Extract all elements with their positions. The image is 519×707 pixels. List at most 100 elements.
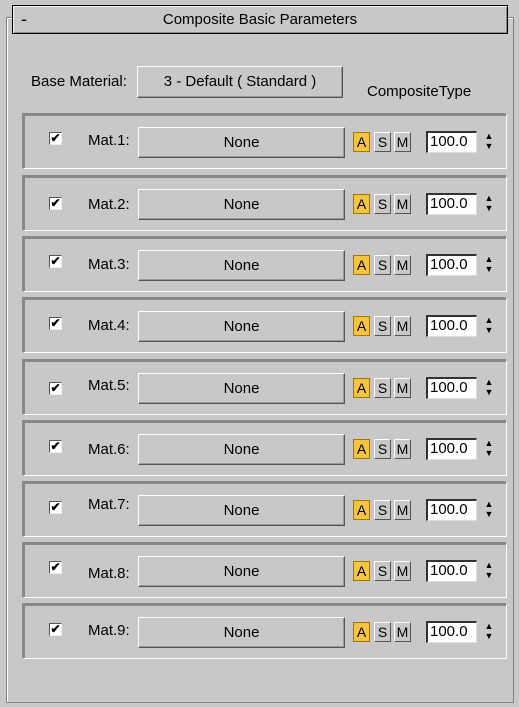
material-slot-label: Mat.5: <box>88 377 130 394</box>
material-slot-button[interactable]: None <box>138 189 345 220</box>
material-slot-button[interactable]: None <box>138 495 345 526</box>
amount-spinner[interactable]: ▲ ▼ <box>482 316 496 336</box>
enable-checkbox[interactable]: ✔ <box>49 623 62 636</box>
material-slot-label: Mat.3: <box>88 256 130 273</box>
enable-checkbox[interactable]: ✔ <box>49 132 62 145</box>
subtractive-mode-button[interactable]: S <box>374 500 391 520</box>
material-row: ✔ Mat.9: None A S M 100.0 ▲ ▼ <box>23 604 507 659</box>
enable-checkbox[interactable]: ✔ <box>49 197 62 210</box>
additive-mode-button[interactable]: A <box>353 622 370 642</box>
material-row: ✔ Mat.4: None A S M 100.0 ▲ ▼ <box>23 298 507 353</box>
amount-spinner[interactable]: ▲ ▼ <box>482 500 496 520</box>
spinner-down-icon[interactable]: ▼ <box>482 571 496 581</box>
amount-spinner[interactable]: ▲ ▼ <box>482 378 496 398</box>
spinner-down-icon[interactable]: ▼ <box>482 388 496 398</box>
additive-mode-button[interactable]: A <box>353 561 370 581</box>
spinner-down-icon[interactable]: ▼ <box>482 510 496 520</box>
enable-checkbox[interactable]: ✔ <box>49 440 62 453</box>
mix-mode-button[interactable]: M <box>394 194 411 214</box>
rollout-header[interactable]: - Composite Basic Parameters <box>12 5 508 34</box>
amount-spinner[interactable]: ▲ ▼ <box>482 439 496 459</box>
amount-input[interactable]: 100.0 <box>426 621 477 643</box>
material-slot-label: Mat.7: <box>88 496 130 513</box>
material-row: ✔ Mat.6: None A S M 100.0 ▲ ▼ <box>23 421 507 476</box>
amount-spinner[interactable]: ▲ ▼ <box>482 561 496 581</box>
checkmark-icon: ✔ <box>50 439 61 453</box>
material-slot-button[interactable]: None <box>138 311 345 342</box>
material-slot-button[interactable]: None <box>138 373 345 404</box>
amount-spinner[interactable]: ▲ ▼ <box>482 255 496 275</box>
additive-mode-button[interactable]: A <box>353 439 370 459</box>
additive-mode-button[interactable]: A <box>353 255 370 275</box>
additive-mode-button[interactable]: A <box>353 132 370 152</box>
material-slot-button[interactable]: None <box>138 556 345 587</box>
mix-mode-button[interactable]: M <box>394 316 411 336</box>
spinner-down-icon[interactable]: ▼ <box>482 326 496 336</box>
checkmark-icon: ✔ <box>50 254 61 268</box>
material-slot-label: Mat.1: <box>88 132 130 149</box>
amount-spinner[interactable]: ▲ ▼ <box>482 132 496 152</box>
material-row: ✔ Mat.7: None A S M 100.0 ▲ ▼ <box>23 482 507 537</box>
material-row: ✔ Mat.1: None A S M 100.0 ▲ ▼ <box>23 114 507 169</box>
additive-mode-button[interactable]: A <box>353 316 370 336</box>
subtractive-mode-button[interactable]: S <box>374 378 391 398</box>
enable-checkbox[interactable]: ✔ <box>49 561 62 574</box>
amount-input[interactable]: 100.0 <box>426 499 477 521</box>
checkmark-icon: ✔ <box>50 196 61 210</box>
checkmark-icon: ✔ <box>50 622 61 636</box>
checkmark-icon: ✔ <box>50 381 61 395</box>
base-material-label: Base Material: <box>31 73 127 90</box>
amount-input[interactable]: 100.0 <box>426 254 477 276</box>
material-row: ✔ Mat.8: None A S M 100.0 ▲ ▼ <box>23 543 507 598</box>
material-slot-button[interactable]: None <box>138 127 345 158</box>
subtractive-mode-button[interactable]: S <box>374 132 391 152</box>
mix-mode-button[interactable]: M <box>394 622 411 642</box>
amount-input[interactable]: 100.0 <box>426 560 477 582</box>
subtractive-mode-button[interactable]: S <box>374 316 391 336</box>
checkmark-icon: ✔ <box>50 500 61 514</box>
enable-checkbox[interactable]: ✔ <box>49 255 62 268</box>
material-slot-button[interactable]: None <box>138 617 345 648</box>
subtractive-mode-button[interactable]: S <box>374 622 391 642</box>
mix-mode-button[interactable]: M <box>394 132 411 152</box>
base-material-button[interactable]: 3 - Default ( Standard ) <box>137 66 343 98</box>
material-slot-button[interactable]: None <box>138 250 345 281</box>
amount-input[interactable]: 100.0 <box>426 377 477 399</box>
material-slot-label: Mat.9: <box>88 622 130 639</box>
rollout-title: Composite Basic Parameters <box>162 11 358 28</box>
spinner-down-icon[interactable]: ▼ <box>482 204 496 214</box>
spinner-down-icon[interactable]: ▼ <box>482 449 496 459</box>
mix-mode-button[interactable]: M <box>394 561 411 581</box>
enable-checkbox[interactable]: ✔ <box>49 501 62 514</box>
amount-spinner[interactable]: ▲ ▼ <box>482 622 496 642</box>
subtractive-mode-button[interactable]: S <box>374 561 391 581</box>
mix-mode-button[interactable]: M <box>394 500 411 520</box>
amount-spinner[interactable]: ▲ ▼ <box>482 194 496 214</box>
spinner-down-icon[interactable]: ▼ <box>482 265 496 275</box>
material-slot-button[interactable]: None <box>138 434 345 465</box>
spinner-down-icon[interactable]: ▼ <box>482 632 496 642</box>
checkmark-icon: ✔ <box>50 131 61 145</box>
amount-input[interactable]: 100.0 <box>426 438 477 460</box>
mix-mode-button[interactable]: M <box>394 255 411 275</box>
material-slot-label: Mat.2: <box>88 196 130 213</box>
subtractive-mode-button[interactable]: S <box>374 439 391 459</box>
subtractive-mode-button[interactable]: S <box>374 255 391 275</box>
additive-mode-button[interactable]: A <box>353 500 370 520</box>
additive-mode-button[interactable]: A <box>353 378 370 398</box>
material-row: ✔ Mat.3: None A S M 100.0 ▲ ▼ <box>23 237 507 292</box>
mix-mode-button[interactable]: M <box>394 439 411 459</box>
mix-mode-button[interactable]: M <box>394 378 411 398</box>
subtractive-mode-button[interactable]: S <box>374 194 391 214</box>
enable-checkbox[interactable]: ✔ <box>49 382 62 395</box>
amount-input[interactable]: 100.0 <box>426 315 477 337</box>
spinner-down-icon[interactable]: ▼ <box>482 142 496 152</box>
material-row: ✔ Mat.5: None A S M 100.0 ▲ ▼ <box>23 360 507 415</box>
amount-input[interactable]: 100.0 <box>426 193 477 215</box>
material-slot-label: Mat.4: <box>88 317 130 334</box>
composite-type-label: CompositeType <box>367 83 472 100</box>
material-row: ✔ Mat.2: None A S M 100.0 ▲ ▼ <box>23 176 507 231</box>
additive-mode-button[interactable]: A <box>353 194 370 214</box>
enable-checkbox[interactable]: ✔ <box>49 317 62 330</box>
amount-input[interactable]: 100.0 <box>426 131 477 153</box>
